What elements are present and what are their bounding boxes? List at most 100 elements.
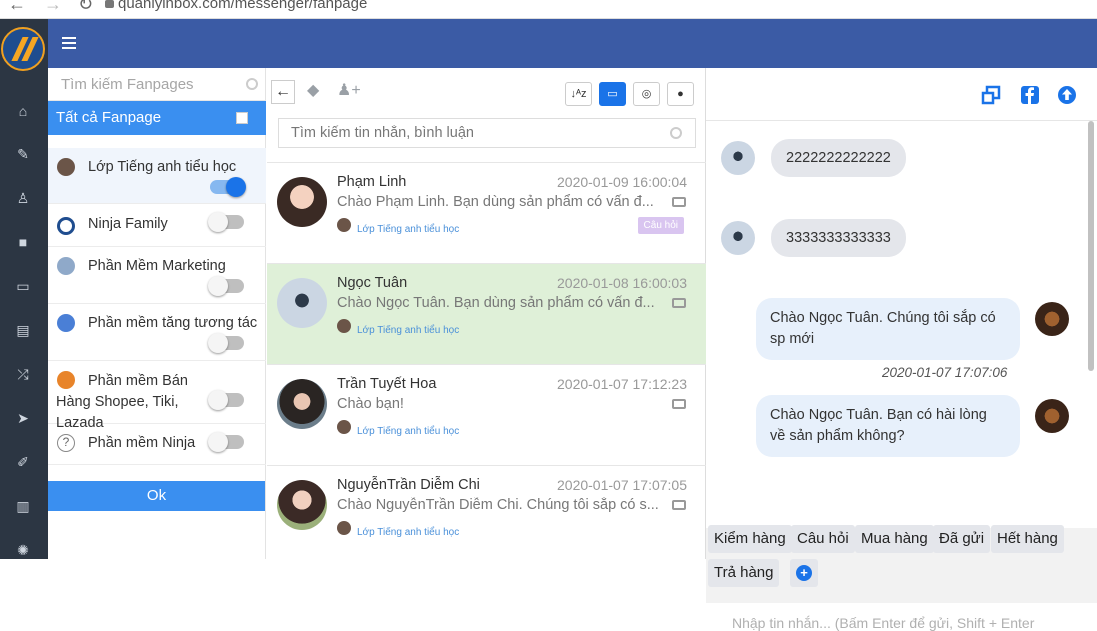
quick-reply-button[interactable]: Kiểm hàng — [708, 525, 792, 553]
conversation-item[interactable]: Phạm Linh 2020-01-09 16:00:04 Chào Phạm … — [267, 162, 706, 263]
chat-panel: 2222222222222 3333333333333 Chào Ngọc Tu… — [706, 68, 1097, 631]
quick-reply-button[interactable]: Hết hàng — [991, 525, 1064, 553]
fanpage-toggle[interactable] — [210, 177, 246, 197]
send-icon[interactable]: ➤ — [14, 409, 32, 427]
hide-filter-button[interactable]: ◎ — [633, 82, 660, 106]
message-search — [278, 118, 696, 148]
avatar — [721, 221, 755, 255]
app-logo[interactable] — [1, 27, 45, 71]
fanpage-name: Phần mềm tăng tương tác — [88, 315, 258, 331]
chart-icon[interactable]: ▥ — [14, 497, 32, 515]
fanpage-item[interactable]: Phần mềm Bán Hàng Shopee, Tiki, Lazada — [48, 361, 266, 431]
back-button[interactable]: ← — [271, 80, 295, 104]
fanpage-name: Phần mềm Ninja — [88, 435, 196, 451]
avatar — [721, 141, 755, 175]
top-header — [48, 19, 1097, 68]
quick-reply-button[interactable]: Câu hỏi — [791, 525, 855, 553]
chat-messages: 2222222222222 3333333333333 Chào Ngọc Tu… — [706, 120, 1097, 528]
fanpage-item[interactable]: Lớp Tiếng anh tiểu học — [48, 148, 266, 204]
fanpage-search-input[interactable] — [48, 68, 228, 100]
avatar — [1035, 302, 1069, 336]
plus-icon: + — [796, 565, 812, 581]
fanpage-toggle[interactable] — [208, 276, 244, 296]
back-arrow-icon[interactable]: ← — [8, 0, 26, 15]
avatar — [277, 177, 327, 227]
conversation-source: Lớp Tiếng anh tiểu học — [357, 426, 460, 437]
fanpage-search — [48, 68, 266, 101]
message-input[interactable] — [706, 603, 1066, 631]
fanpage-avatar — [57, 314, 75, 332]
conversation-toolbar: ← ◆ ♟+ ↓ᴬz ▭ ◎ ● — [267, 68, 706, 116]
fanpage-name: Ninja Family — [88, 216, 168, 232]
fanpage-toggle[interactable] — [208, 432, 244, 452]
fanpage-item[interactable]: Phần mềm tăng tương tác — [48, 304, 266, 361]
gear-icon[interactable]: ✺ — [14, 541, 32, 559]
conversation-name: Trần Tuyết Hoa — [337, 376, 437, 392]
switch-window-icon[interactable] — [981, 85, 1001, 105]
conversation-time: 2020-01-08 16:00:03 — [557, 275, 687, 291]
address-bar[interactable]: quanlyinbox.com/messenger/fanpage — [118, 0, 367, 12]
inbox-filter-button[interactable]: ▭ — [599, 82, 626, 106]
sort-button[interactable]: ↓ᴬz — [565, 82, 592, 106]
avatar — [277, 480, 327, 530]
quick-reply-button[interactable]: Đã gửi — [933, 525, 991, 553]
facebook-icon[interactable] — [1020, 85, 1040, 105]
user-icon[interactable]: ♙ — [14, 189, 32, 207]
quick-reply-button[interactable]: Mua hàng — [855, 525, 934, 553]
shuffle-icon[interactable]: ⤮ — [14, 365, 32, 383]
fanpage-toggle[interactable] — [208, 212, 244, 232]
paperclip-icon[interactable]: ✐ — [14, 453, 32, 471]
fanpage-item[interactable]: Phần Mềm Marketing — [48, 247, 266, 304]
outgoing-message: Chào Ngọc Tuân. Chúng tôi sắp có sp mới — [756, 298, 1020, 360]
inbox-icon — [672, 399, 686, 409]
fanpage-toggle[interactable] — [208, 390, 244, 410]
fanpage-toggle[interactable] — [208, 333, 244, 353]
tag-icon[interactable]: ◆ — [307, 80, 319, 100]
conversation-item[interactable]: Trần Tuyết Hoa 2020-01-07 17:12:23 Chào … — [267, 364, 706, 465]
chat-input-area — [706, 603, 1097, 631]
all-fanpage-row[interactable]: Tất cả Fanpage — [48, 101, 266, 135]
conversation-item[interactable]: Ngọc Tuân 2020-01-08 16:00:03 Chào Ngọc … — [267, 263, 706, 364]
inbox-icon — [672, 298, 686, 308]
message-search-input[interactable] — [279, 119, 659, 147]
ok-button[interactable]: Ok — [48, 481, 265, 511]
avatar — [1035, 399, 1069, 433]
conversation-preview: Chào NguyễnTrần Diễm Chi. Chúng tôi sắp … — [337, 497, 659, 513]
search-icon[interactable] — [670, 127, 682, 139]
inbox-icon — [672, 500, 686, 510]
conversation-preview: Chào Phạm Linh. Bạn dùng sản phẩm có vấn… — [337, 194, 654, 210]
add-user-icon[interactable]: ♟+ — [337, 80, 361, 100]
conversation-item[interactable]: NguyễnTrần Diễm Chi 2020-01-07 17:07:05 … — [267, 465, 706, 566]
add-quick-reply-button[interactable]: + — [790, 559, 818, 587]
conversation-preview: Chào bạn! — [337, 396, 404, 412]
fanpage-item[interactable]: ? Phần mềm Ninja — [48, 424, 266, 465]
source-avatar — [337, 218, 351, 232]
side-rail: ⌂ ✎ ♙ ■ ▭ ▤ ⤮ ➤ ✐ ▥ ✺ — [0, 19, 48, 559]
conversation-panel: ← ◆ ♟+ ↓ᴬz ▭ ◎ ● Phạm Linh 2020-01-09 16… — [267, 68, 706, 559]
conversation-source: Lớp Tiếng anh tiểu học — [357, 527, 460, 538]
reload-icon[interactable]: ↻ — [78, 0, 93, 15]
comment-filter-button[interactable]: ● — [667, 82, 694, 106]
conversation-source: Lớp Tiếng anh tiểu học — [357, 325, 460, 336]
card-icon[interactable]: ▭ — [14, 277, 32, 295]
hamburger-menu-icon[interactable] — [62, 37, 76, 49]
all-fanpage-label: Tất cả Fanpage — [56, 109, 162, 126]
all-fanpage-checkbox[interactable] — [236, 112, 248, 124]
cube-icon[interactable]: ■ — [14, 233, 32, 251]
upload-icon[interactable] — [1057, 85, 1077, 105]
incoming-message: 3333333333333 — [771, 219, 906, 257]
book-icon[interactable]: ▤ — [14, 321, 32, 339]
home-icon[interactable]: ⌂ — [14, 102, 32, 120]
wrench-icon[interactable]: ✎ — [14, 145, 32, 163]
message-time: 2020-01-07 17:07:06 — [882, 365, 1008, 380]
question-icon: ? — [57, 434, 75, 452]
fanpage-item[interactable]: Ninja Family — [48, 204, 266, 247]
quick-reply-button[interactable]: Trả hàng — [708, 559, 780, 587]
conversation-time: 2020-01-07 17:12:23 — [557, 376, 687, 392]
fanpage-avatar — [57, 158, 75, 176]
fanpage-avatar — [57, 217, 75, 235]
forward-arrow-icon[interactable]: → — [44, 0, 62, 15]
chat-scrollbar[interactable] — [1088, 121, 1094, 528]
search-icon[interactable] — [246, 78, 258, 90]
quick-reply-bar: Kiểm hàng Câu hỏi Mua hàng Đã gửi Hết hà… — [706, 525, 1097, 603]
